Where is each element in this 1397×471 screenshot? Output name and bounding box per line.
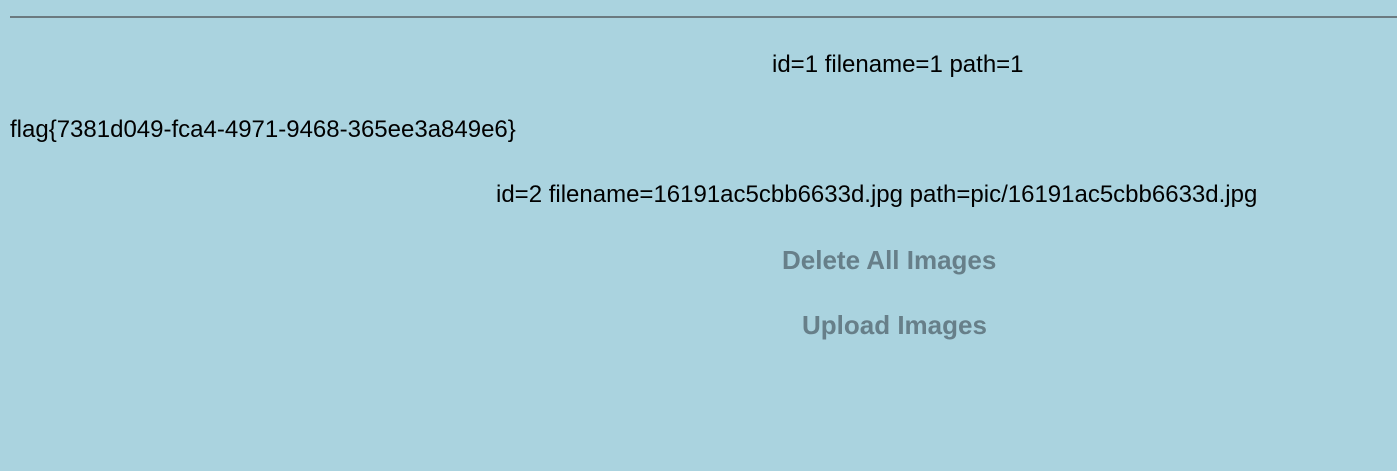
upload-images-link[interactable]: Upload Images — [802, 310, 987, 340]
flag-text: flag{7381d049-fca4-4971-9468-365ee3a849e… — [10, 116, 516, 143]
image-entry: id=1 filename=1 path=1 — [772, 51, 1024, 78]
delete-all-images-link[interactable]: Delete All Images — [782, 245, 996, 275]
horizontal-rule — [10, 16, 1397, 18]
image-entry: id=2 filename=16191ac5cbb6633d.jpg path=… — [496, 181, 1258, 208]
